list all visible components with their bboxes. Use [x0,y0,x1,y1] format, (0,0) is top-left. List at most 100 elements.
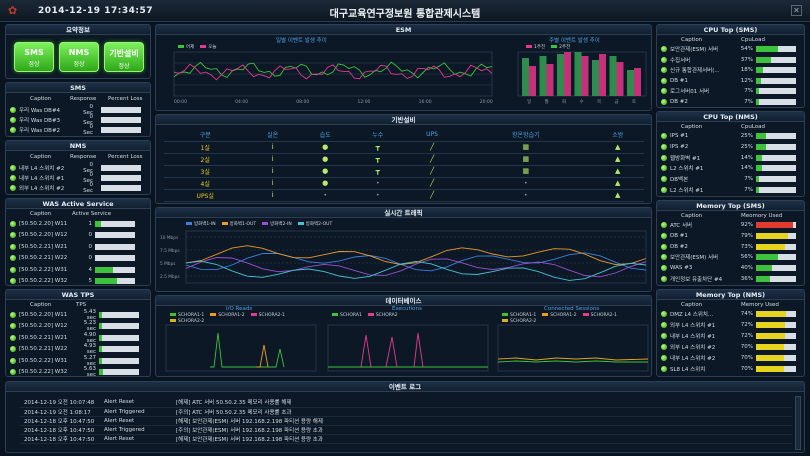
was-tps-row[interactable]: [50.50.2.21] W22 4.93 sec [6,343,150,355]
event-message: [해제] ATC 서버 50.50.2.35 메모리 사용률 해제 [172,398,792,408]
cpu-sms-row[interactable]: 수집서버 37% [657,55,804,66]
mem-nms-row[interactable]: 외부 L4 스위치 #2 70% [657,342,804,353]
facility-row[interactable]: 4실 ⅰ ● • ╱ • ▲ [164,177,644,190]
sms-status-button[interactable]: SMS 정상 [14,42,54,72]
cpu-nms-row[interactable]: IPS #2 25% [657,142,804,153]
facility-row[interactable]: 2실 ⅰ ● ┳ ╱ ▦ ▲ [164,153,644,166]
cpu-sms-row[interactable]: 로그서버01 서버 7% [657,86,804,97]
mem-sms-row[interactable]: ATC 서버 92% [657,220,804,231]
row-value: 54% [740,46,753,53]
status-ok-icon [661,88,667,95]
event-log-row[interactable]: 2014-12-18 오후 10:47:50 Alert Triggered [주의… [20,425,792,435]
nms-row[interactable]: 내부 L4 스위치 #2 0 Sec [6,162,150,174]
cpu-sms-row[interactable]: DB #2 7% [657,97,804,108]
flame-icon: ▲ [615,191,621,199]
was-active-row[interactable]: [50.50.2.22] W31 4 [6,264,150,276]
x-tick-label: 08:00 [296,99,309,105]
facility-row[interactable]: UPS실 ⅰ • • ╱ • ▲ [164,189,644,202]
status-ok-icon [10,107,16,113]
mem-sms-row[interactable]: 보안관제(ESM) 서버 56% [657,252,804,263]
col-caption: Caption [30,301,52,308]
row-response: 0 Sec [83,182,93,194]
sms-row[interactable]: 우리 Was DB#2 0 Sec [6,124,150,136]
cpu-sms-row[interactable]: 보안관제(ESM) 서버 54% [657,44,804,55]
col-tps: TPS [76,301,87,308]
close-icon[interactable]: ✕ [791,5,802,16]
traffic-panel: 실시간 트래픽 방화벽1-IN 방화벽1-OUT 방화벽2-IN 방화벽2-OUT 1… [155,207,652,292]
facility-room: 4실 [164,177,247,190]
cpu-nms-row[interactable]: L2 스위치 #1 14% [657,163,804,174]
row-value: 70% [740,344,753,351]
status-ok-icon [10,323,16,330]
sms-row[interactable]: 우리 Was DB#4 0 Sec [6,104,150,116]
was-active-row[interactable]: [50.50.2.20] W11 1 [6,218,150,230]
facility-table: 구분 실온 습도 누수 UPS 항온항습기 소방 1실 ⅰ ● ┳ ╱ ▦ ▲ 2실 ⅰ ● ┳ ╱ ▦… [164,129,644,202]
facility-row[interactable]: 1실 ⅰ ● ┳ ╱ ▦ ▲ [164,141,644,154]
facility-cell: • [351,189,404,202]
mem-sms-row[interactable]: WAS #3 40% [657,263,804,274]
row-value: 4.90 sec [83,331,96,344]
row-caption: DB #2 [670,243,688,250]
mem-sms-row[interactable]: 개인정보 유출차단 #4 36% [657,273,804,284]
nms-status-button[interactable]: NMS 정상 [59,42,99,72]
weekly-bar-1week [546,64,554,96]
was-active-row[interactable]: [50.50.2.20] W12 0 [6,230,150,242]
was-tps-row[interactable]: [50.50.2.20] W12 5.23 sec [6,320,150,332]
event-log-row[interactable]: 2014-12-19 오전 1:08:17 Alert Triggered [주의]… [20,407,792,417]
cpu-sms-row[interactable]: DB #1 12% [657,76,804,87]
mem-sms-row[interactable]: DB #1 79% [657,231,804,242]
row-value: 18% [740,67,753,74]
mem-sms-row[interactable]: DB #2 73% [657,241,804,252]
col-temperature: 실온 [246,129,299,142]
event-log-row[interactable]: 2014-12-18 오후 10:47:50 Alert Reset [해제] 보안… [20,434,792,444]
empty-dot-icon: • [323,191,327,199]
mem-nms-row[interactable]: 외부 L4 스위치 #1 72% [657,320,804,331]
nms-row[interactable]: 내부 L4 스위치 #1 0 Sec [6,172,150,184]
facility-cell: ┳ [351,165,404,178]
plug-icon: ╱ [429,191,435,199]
event-type: Alert Triggered [100,407,172,417]
usage-bar [756,243,796,250]
facility-room: 2실 [164,153,247,166]
was-tps-row[interactable]: [50.50.2.22] W31 5.27 sec [6,355,150,367]
row-caption: 우리 Was DB#2 [19,128,61,134]
row-value: 14% [740,165,753,172]
mem-nms-row[interactable]: SL8 L4 스위치 70% [657,363,804,374]
mem-nms-row[interactable]: DMZ L4 스위치... 74% [657,309,804,320]
mem-nms-row[interactable]: 내부 L4 스위치 #1 72% [657,331,804,342]
facility-row[interactable]: 3실 ⅰ ● ┳ ╱ ▦ ▲ [164,165,644,178]
row-caption: 수집서버 [670,57,691,64]
mem-nms-rows: DMZ L4 스위치... 74% 외부 L4 스위치 #1 72% 내부 L4 스위치… [657,309,804,374]
cpu-nms-row[interactable]: DB백본 7% [657,174,804,185]
cpu-nms-panel: CPU Top (NMS) Caption CpuLoad IPS #1 25% IP… [656,111,805,197]
row-value: 5.43 sec [83,308,96,321]
cpu-nms-row[interactable]: L2 스위치 #1 7% [657,184,804,195]
status-ok-icon [10,346,16,353]
mem-nms-row[interactable]: 내부 L4 스위치 #2 70% [657,353,804,364]
row-caption: 내부 L4 스위치 #1 [670,334,716,341]
was-tps-row[interactable]: [50.50.2.20] W11 5.43 sec [6,309,150,321]
log-scrollbar[interactable] [795,396,801,450]
nms-row[interactable]: 외부 L4 스위치 #2 0 Sec [6,182,150,194]
event-log-row[interactable]: 2014-12-18 오후 10:47:50 Alert Reset [해제] 보안… [20,416,792,426]
row-value: 5.27 sec [83,354,96,367]
empty-dot-icon: • [524,191,528,199]
was-tps-row[interactable]: [50.50.2.21] W21 4.90 sec [6,332,150,344]
was-active-row[interactable]: [50.50.2.22] W32 5 [6,276,150,286]
was-tps-row[interactable]: [50.50.2.22] W32 5.63 sec [6,366,150,376]
col-leak: 누수 [351,129,404,142]
facility-status-button[interactable]: 기반설비 정상 [104,42,144,72]
was-active-row[interactable]: [50.50.2.21] W21 0 [6,241,150,253]
nms-title: NMS [6,141,150,151]
event-log-row[interactable]: 2014-12-19 오전 10:07:48 Alert Reset [해제] AT… [20,398,792,408]
status-ok-icon [661,46,667,53]
event-type: Alert Reset [100,416,172,426]
was-active-row[interactable]: [50.50.2.21] W22 0 [6,253,150,265]
cpu-nms-row[interactable]: IPS #1 25% [657,131,804,142]
sms-row[interactable]: 우리 Was DB#3 0 Sec [6,114,150,126]
row-caption: 개인정보 유출차단 #4 [670,276,723,283]
cpu-sms-row[interactable]: 신규 통합관제서버(... 18% [657,65,804,76]
status-ok-icon [10,357,16,364]
usage-bar [756,365,796,372]
cpu-nms-row[interactable]: 웹방화벽 #1 14% [657,152,804,163]
